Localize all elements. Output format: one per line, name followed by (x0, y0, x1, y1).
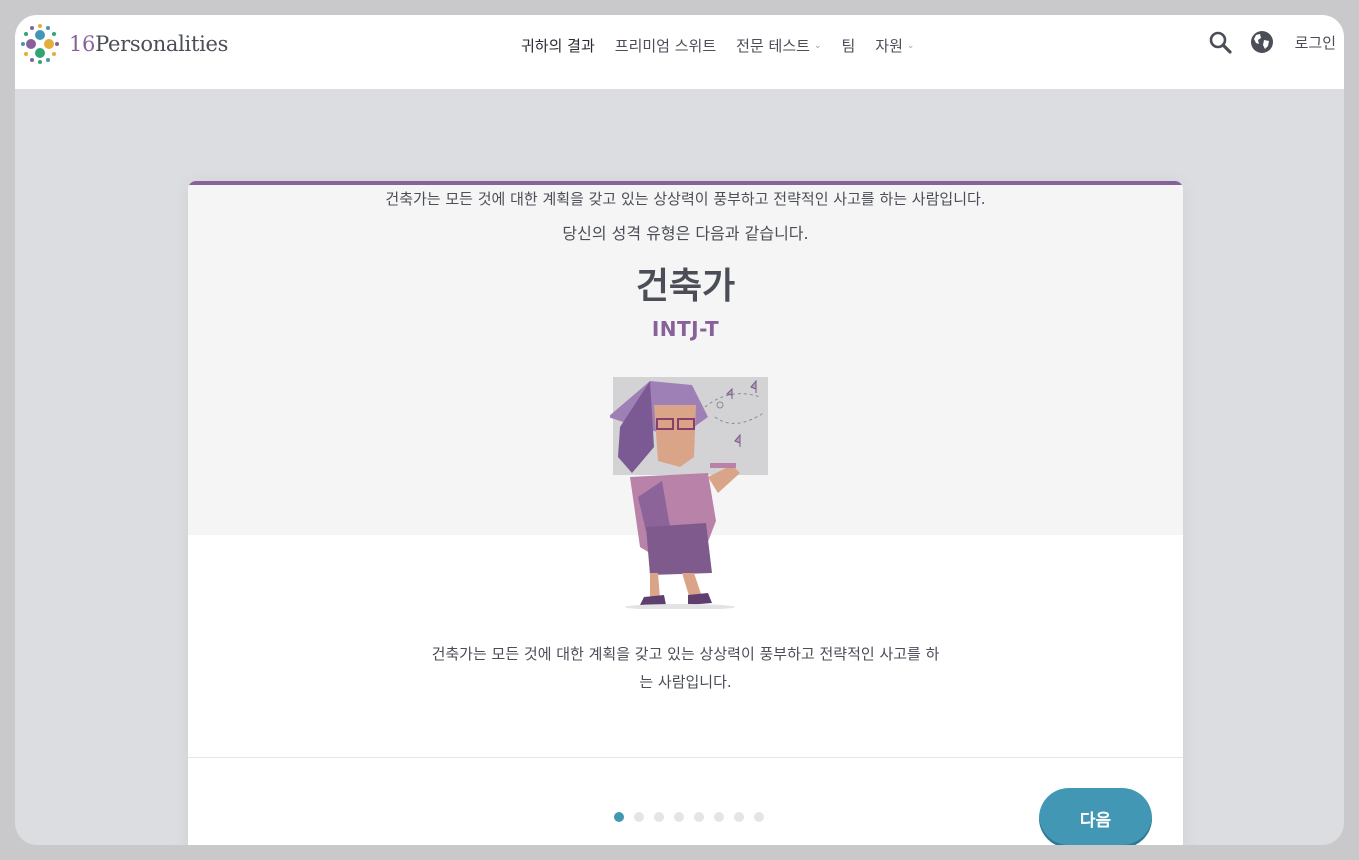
header-tools: 로그인 (1207, 29, 1336, 55)
nav-item-resources[interactable]: 자원 ⌄ (875, 15, 914, 75)
footer-divider (188, 757, 1183, 758)
type-description: 건축가는 모든 것에 대한 계획을 갖고 있는 상상력이 풍부하고 전략적인 사… (431, 645, 940, 691)
nav-item-your-results[interactable]: 귀하의 결과 (521, 15, 595, 75)
type-name: 건축가 (635, 266, 736, 307)
type-code: INTJ-T (651, 317, 720, 341)
next-button[interactable]: 다음 (1039, 788, 1152, 845)
architect-illustration (610, 377, 768, 609)
pager-dot[interactable] (734, 812, 744, 822)
slide-pager (614, 812, 764, 822)
chevron-down-icon: ⌄ (813, 41, 822, 51)
pager-dot[interactable] (674, 812, 684, 822)
intro-type-label: 당신의 성격 유형은 다음과 같습니다. (562, 224, 809, 243)
chevron-down-icon: ⌄ (906, 41, 915, 51)
main-nav: 귀하의 결과 프리미엄 스위트 전문 테스트 ⌄ 팀 자원 ⌄ (521, 15, 914, 75)
logo-text: 16Personalities (69, 32, 229, 56)
pager-dot[interactable] (714, 812, 724, 822)
logo[interactable]: 16Personalities (17, 21, 228, 67)
pager-dot[interactable] (614, 812, 624, 822)
globe-icon[interactable] (1249, 29, 1275, 55)
logo-dots-icon (21, 24, 59, 64)
app-window: 16Personalities 귀하의 결과 프리미엄 스위트 전문 테스트 ⌄… (15, 15, 1344, 845)
result-modal: 건축가는 모든 것에 대한 계획을 갖고 있는 상상력이 풍부하고 전략적인 사… (188, 181, 1183, 845)
pager-dot[interactable] (634, 812, 644, 822)
pager-dot[interactable] (754, 812, 764, 822)
header: 16Personalities 귀하의 결과 프리미엄 스위트 전문 테스트 ⌄… (15, 15, 1344, 89)
search-icon[interactable] (1207, 29, 1233, 55)
login-link[interactable]: 로그인 (1295, 32, 1336, 53)
nav-item-professional-tests[interactable]: 전문 테스트 ⌄ (736, 15, 821, 75)
intro-summary: 건축가는 모든 것에 대한 계획을 갖고 있는 상상력이 풍부하고 전략적인 사… (385, 190, 986, 208)
pager-dot[interactable] (694, 812, 704, 822)
type-color-strip (188, 181, 1183, 185)
nav-item-premium-suite[interactable]: 프리미엄 스위트 (615, 15, 716, 75)
nav-item-teams[interactable]: 팀 (841, 15, 855, 75)
pager-dot[interactable] (654, 812, 664, 822)
